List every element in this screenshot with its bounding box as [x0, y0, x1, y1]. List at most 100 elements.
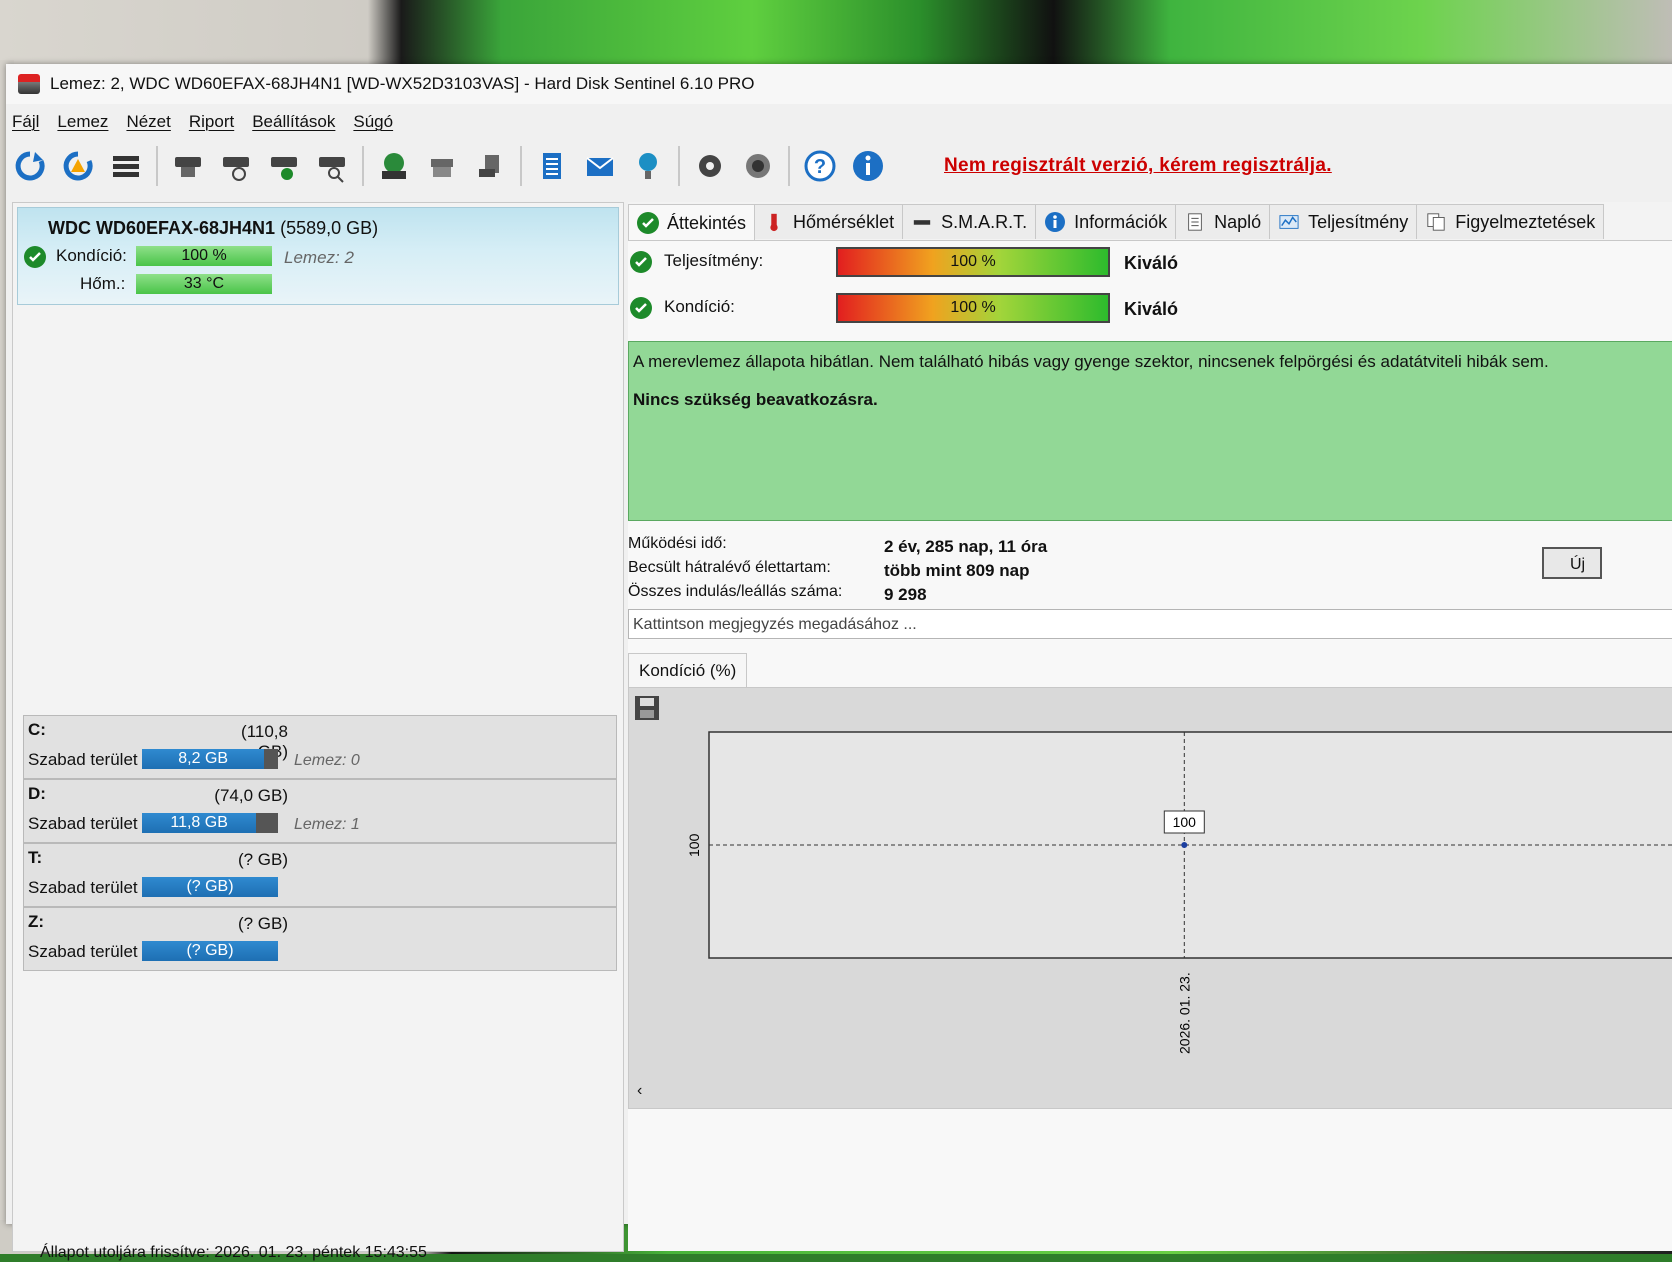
partition-letter: D:: [28, 784, 46, 803]
toolbar-separator: [156, 146, 158, 186]
free-space-label: Szabad terület: [28, 750, 138, 769]
toolbar-separator: [678, 146, 680, 186]
tab-smart-label: S.M.A.R.T.: [941, 211, 1028, 232]
partition-card[interactable]: C:(110,8 GB)Szabad terület8,2 GBLemez: 0: [23, 715, 617, 779]
tab-smart[interactable]: S.M.A.R.T.: [902, 204, 1037, 239]
free-space-label: Szabad terület: [28, 942, 138, 961]
partition-card[interactable]: Z: (? GB) Szabad terület (? GB): [23, 907, 617, 971]
disk-card[interactable]: WDC WD60EFAX-68JH4N1 (5589,0 GB) Kondíci…: [17, 207, 619, 305]
info-icon: [1044, 211, 1066, 233]
unregistered-warning-link[interactable]: Nem regisztrált verzió, kérem regisztrál…: [944, 155, 1332, 177]
menu-help[interactable]: Súgó: [353, 112, 393, 132]
y-tick-label: 100: [686, 833, 702, 857]
toolbar-separator: [362, 146, 364, 186]
gear-icon[interactable]: [691, 147, 729, 185]
disk-icon[interactable]: [169, 147, 207, 185]
app-icon: [18, 74, 40, 94]
condition-chart-area: 100 100 2026. 01. 23. ‹: [628, 687, 1672, 1109]
free-space-label: Szabad terület: [28, 878, 138, 897]
data-point[interactable]: [1181, 842, 1188, 848]
disk-stack-icon[interactable]: [423, 147, 461, 185]
free-space-bar-fill: 11,8 GB: [142, 813, 257, 833]
ok-check-icon: [637, 212, 659, 234]
free-space-bar: (? GB): [142, 877, 278, 897]
uptime-value: 2 év, 285 nap, 11 óra: [884, 537, 1048, 556]
condition-label: Kondíció:: [56, 246, 127, 265]
note-field[interactable]: Kattintson megjegyzés megadásához ...: [628, 609, 1672, 639]
ok-check-icon: [24, 246, 46, 268]
disk-title: WDC WD60EFAX-68JH4N1 (5589,0 GB): [48, 218, 378, 239]
status-bar: Állapot utoljára frissítve: 2026. 01. 23…: [40, 1244, 427, 1261]
lifetime-value: több mint 809 nap: [884, 561, 1030, 580]
thermometer-icon: [763, 211, 785, 233]
copy-document-icon: [1425, 211, 1447, 233]
help-icon[interactable]: ?: [801, 147, 839, 185]
partition-card[interactable]: T: (? GB) Szabad terület (? GB): [23, 843, 617, 907]
disk-size: (5589,0 GB): [280, 218, 379, 238]
disk-search-icon[interactable]: [313, 147, 351, 185]
tab-alerts-label: Figyelmeztetések: [1455, 211, 1596, 232]
refresh-icon[interactable]: [11, 147, 49, 185]
menu-report[interactable]: Riport: [189, 112, 234, 132]
disk-list-icon[interactable]: [107, 147, 145, 185]
performance-label: Teljesítmény:: [664, 251, 764, 270]
partition-size: (? GB): [237, 914, 288, 933]
health-message-text: A merevlemez állapota hibátlan. Nem talá…: [633, 352, 1549, 371]
condition-chart: 100 100 2026. 01. 23.: [686, 731, 1672, 1054]
tab-alerts[interactable]: Figyelmeztetések: [1416, 204, 1605, 239]
tab-overview-label: Áttekintés: [667, 212, 747, 233]
disk-check-icon[interactable]: [265, 147, 303, 185]
refresh-warning-icon[interactable]: [59, 147, 97, 185]
tab-performance[interactable]: Teljesítmény: [1269, 204, 1418, 239]
title-bar: Lemez: 2, WDC WD60EFAX-68JH4N1 [WD-WX52D…: [6, 64, 1672, 104]
disk-number: Lemez: 2: [284, 248, 354, 267]
partition-letter: C:: [28, 720, 46, 739]
free-space-bar-fill: 8,2 GB: [142, 749, 265, 769]
performance-bar: 100 %: [836, 247, 1110, 277]
data-label: 100: [1173, 814, 1197, 830]
tab-overview[interactable]: Áttekintés: [628, 204, 756, 241]
startstop-label: Összes indulás/leállás száma:: [628, 583, 843, 600]
menu-view[interactable]: Nézet: [126, 112, 170, 132]
menu-bar: Fájl Lemez Nézet Riport Beállítások Súgó: [6, 108, 405, 136]
partition-card[interactable]: D: (74,0 GB) Szabad terület 11,8 GB Lemez: 1: [23, 779, 617, 843]
tab-log[interactable]: Napló: [1175, 204, 1271, 239]
sound-icon[interactable]: [739, 147, 777, 185]
performance-graph-icon: [1278, 211, 1300, 233]
network-icon[interactable]: [629, 147, 667, 185]
condition-rating: Kiváló: [1124, 299, 1179, 319]
scroll-left-icon[interactable]: ‹: [637, 1082, 642, 1100]
plot-area: [708, 731, 1672, 959]
info-icon[interactable]: [849, 147, 887, 185]
window-title: Lemez: 2, WDC WD60EFAX-68JH4N1 [WD-WX52D…: [50, 74, 755, 93]
tab-information[interactable]: Információk: [1035, 204, 1177, 239]
lifetime-label: Becsült hátralévő élettartam:: [628, 559, 831, 576]
new-button[interactable]: Új: [1542, 547, 1602, 579]
free-space-label: Szabad terület: [28, 814, 138, 833]
app-window: Lemez: 2, WDC WD60EFAX-68JH4N1 [WD-WX52D…: [6, 64, 1672, 1261]
ok-check-icon: [630, 251, 652, 273]
disk-model: WDC WD60EFAX-68JH4N1: [48, 218, 276, 238]
free-space-bar: 8,2 GB: [142, 749, 278, 769]
disk-bar-icon: [911, 211, 933, 233]
partition-size: (? GB): [237, 850, 288, 869]
tab-information-label: Információk: [1074, 211, 1168, 232]
condition-label: Kondíció:: [664, 297, 735, 316]
action-message-text: Nincs szükség beavatkozásra.: [633, 390, 878, 409]
menu-disk[interactable]: Lemez: [57, 112, 108, 132]
globe-disk-icon[interactable]: [375, 147, 413, 185]
report-icon[interactable]: [533, 147, 571, 185]
condition-bar-fill: 100 %: [136, 246, 272, 266]
chart-tab-condition[interactable]: Kondíció (%): [628, 653, 748, 688]
overview-pane: Teljesítmény: 100 % Kiváló Kondíció: 100…: [628, 240, 1672, 1251]
disk-clock-icon[interactable]: [217, 147, 255, 185]
temperature-bar: 33 °C: [136, 274, 272, 294]
tab-temperature[interactable]: Hőmérséklet: [754, 204, 904, 239]
menu-settings[interactable]: Beállítások: [252, 112, 335, 132]
menu-file[interactable]: Fájl: [12, 112, 39, 132]
toolbar: ? Nem regisztrált verzió, kérem regisztr…: [6, 140, 1672, 192]
disk-export-icon[interactable]: [471, 147, 509, 185]
mail-icon[interactable]: [581, 147, 619, 185]
condition-bar: 100 %: [836, 293, 1110, 323]
toolbar-separator: [788, 146, 790, 186]
